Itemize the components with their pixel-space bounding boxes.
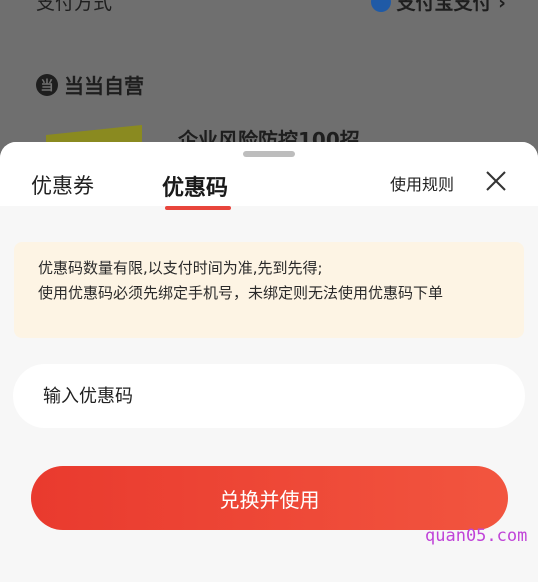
coupon-bottom-sheet: 优惠券 优惠码 使用规则 优惠码数量有限,以支付时间为准,先到先得; 使用优惠码… [0,142,538,582]
usage-rules-link[interactable]: 使用规则 [390,171,454,195]
payment-method-value: 支付宝支付 › [370,0,506,15]
close-icon[interactable] [482,167,510,195]
store-name: 当当自营 [64,74,144,98]
notice-line-1: 优惠码数量有限,以支付时间为准,先到先得; [38,259,323,277]
tab-promo-code[interactable]: 优惠码 [162,170,228,202]
payment-method-row: 支付方式 支付宝支付 › [36,0,506,18]
alipay-icon [370,0,391,12]
payment-method-text: 支付宝支付 › [396,0,506,14]
payment-method-label: 支付方式 [36,0,113,14]
active-tab-indicator [165,206,231,210]
tab-coupon[interactable]: 优惠券 [31,170,94,200]
sheet-header: 优惠券 优惠码 使用规则 [0,142,538,206]
watermark: quan05.com [425,526,528,546]
notice-text: 优惠码数量有限,以支付时间为准,先到先得; 使用优惠码必须先绑定手机号，未绑定则… [38,256,518,306]
promo-code-input[interactable] [13,364,525,428]
promo-code-notice: 优惠码数量有限,以支付时间为准,先到先得; 使用优惠码必须先绑定手机号，未绑定则… [14,242,524,338]
store-header: 当 当当自营 [36,70,144,99]
redeem-and-use-button[interactable]: 兑换并使用 [31,466,508,530]
notice-line-2: 使用优惠码必须先绑定手机号，未绑定则无法使用优惠码下单 [38,284,444,302]
store-logo-icon: 当 [36,73,58,96]
drag-handle[interactable] [243,151,295,157]
